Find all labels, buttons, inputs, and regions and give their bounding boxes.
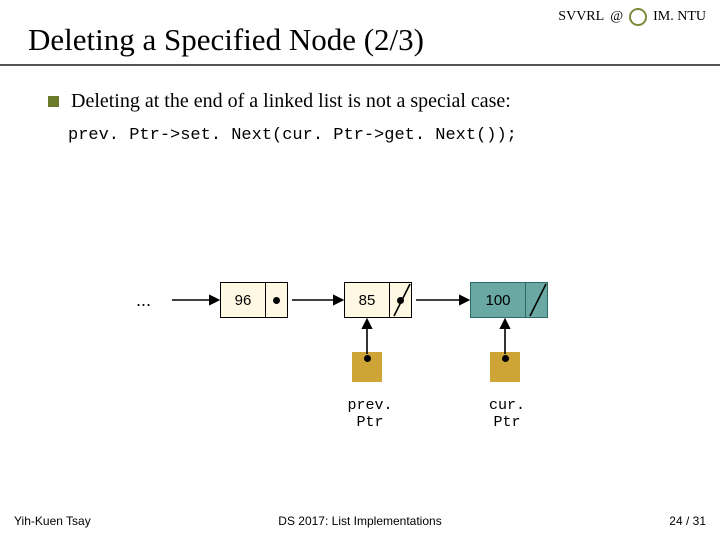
bullet-icon <box>48 96 59 107</box>
node-100: 100 <box>470 282 548 318</box>
lab-name: SVVRL <box>558 9 604 25</box>
header-right: SVVRL @ IM. NTU <box>558 8 706 26</box>
bullet-text: Deleting at the end of a linked list is … <box>71 90 511 113</box>
cur-ptr-label: cur. Ptr <box>472 397 542 431</box>
dot-icon <box>397 297 404 304</box>
footer-course: DS 2017: List Implementations <box>0 514 720 528</box>
node-85: 85 <box>344 282 412 318</box>
node-96-ptrcell <box>266 282 288 318</box>
dot-icon <box>502 355 509 362</box>
diagram-arrows <box>0 0 720 540</box>
slide: SVVRL @ IM. NTU Deleting a Specified Nod… <box>0 0 720 540</box>
node-96-value: 96 <box>220 282 266 318</box>
dot-icon <box>273 297 280 304</box>
bullet-row: Deleting at the end of a linked list is … <box>48 90 511 113</box>
header-sep: @ <box>610 9 623 25</box>
node-100-ptrcell <box>526 282 548 318</box>
prev-ptr-box <box>352 352 382 382</box>
node-85-ptrcell <box>390 282 412 318</box>
node-100-value: 100 <box>470 282 526 318</box>
code-line: prev. Ptr->set. Next(cur. Ptr->get. Next… <box>68 126 517 145</box>
ntu-logo-icon <box>629 8 647 26</box>
node-96: 96 <box>220 282 288 318</box>
footer-page: 24 / 31 <box>669 514 706 528</box>
ellipsis: ... <box>136 290 151 311</box>
prev-ptr-label: prev. Ptr <box>330 397 410 431</box>
slide-title: Deleting a Specified Node (2/3) <box>28 22 424 58</box>
dot-icon <box>364 355 371 362</box>
node-85-value: 85 <box>344 282 390 318</box>
title-rule <box>0 64 720 66</box>
cur-ptr-box <box>490 352 520 382</box>
org-name: IM. NTU <box>653 9 706 25</box>
